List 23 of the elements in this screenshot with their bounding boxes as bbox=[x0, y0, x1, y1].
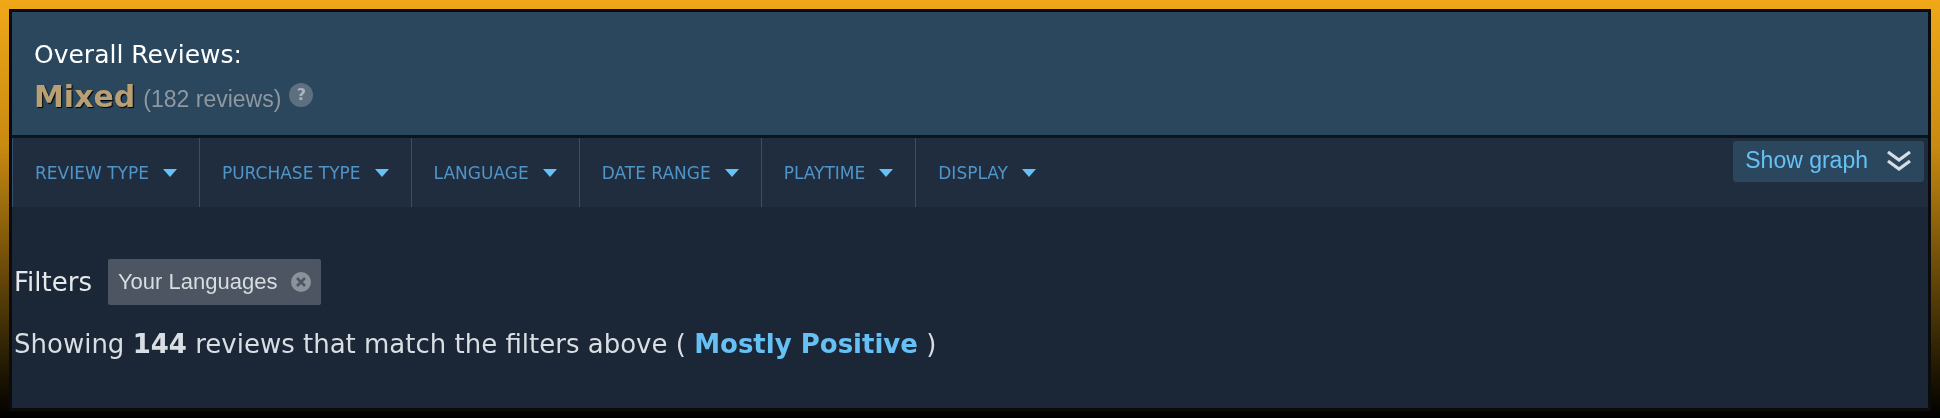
caret-icon bbox=[879, 168, 894, 177]
filter-chip[interactable]: Your Languages bbox=[107, 259, 322, 305]
filter-dropdown[interactable]: DATE RANGE bbox=[578, 138, 761, 207]
filter-dropdown[interactable]: REVIEW TYPE bbox=[12, 138, 199, 207]
caret-icon bbox=[1022, 168, 1036, 177]
filter-dropdown[interactable]: PLAYTIME bbox=[760, 138, 916, 207]
filter-dropdown[interactable]: PURCHASE TYPE bbox=[198, 138, 411, 207]
help-icon[interactable]: ? bbox=[289, 82, 314, 107]
chevron-icon bbox=[1886, 149, 1912, 172]
summary-link[interactable]: Mostly Positive bbox=[694, 329, 918, 359]
caret-icon bbox=[374, 168, 389, 177]
remove-icon[interactable] bbox=[291, 272, 312, 292]
review-count: (182 reviews) bbox=[143, 86, 282, 113]
filters-label: Filters bbox=[14, 267, 92, 297]
show-graph-button[interactable]: Show graph bbox=[1733, 141, 1924, 182]
caret-icon bbox=[162, 168, 177, 177]
caret-icon bbox=[724, 168, 739, 177]
filter-dropdown[interactable]: LANGUAGE bbox=[410, 138, 579, 207]
rating-text: Mixed bbox=[34, 79, 136, 114]
filter-dropdown[interactable]: DISPLAY bbox=[915, 138, 1058, 207]
overall-reviews-label: Overall Reviews: bbox=[34, 40, 243, 69]
caret-icon bbox=[542, 168, 557, 177]
review-summary: Showing 144 reviews that match the filters above ( Mostly Positive ) bbox=[14, 329, 938, 359]
